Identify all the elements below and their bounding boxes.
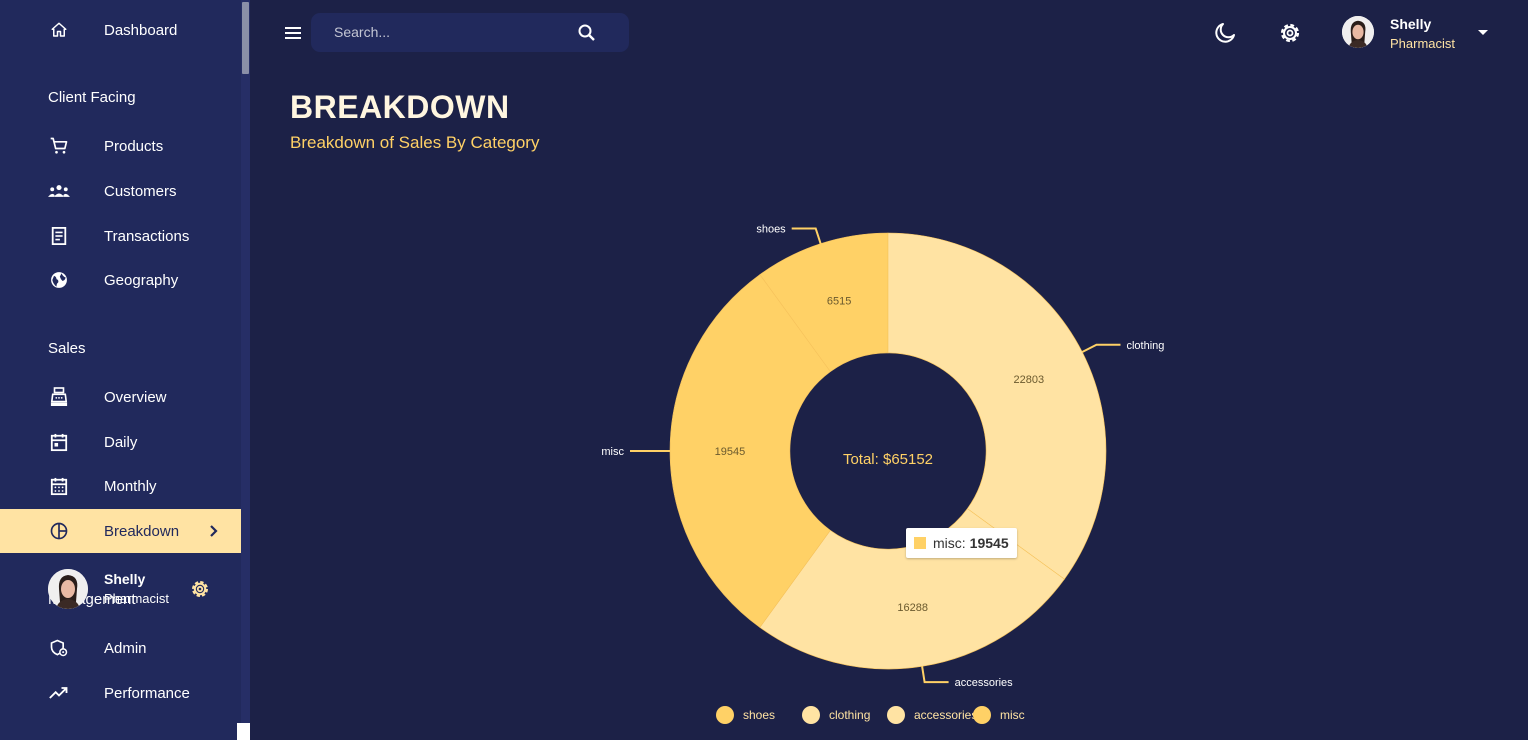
- sidebar-item-geography[interactable]: Geography: [0, 258, 241, 302]
- sidebar-item-breakdown[interactable]: Breakdown: [0, 509, 241, 553]
- legend-label: clothing: [829, 708, 871, 722]
- sidebar-item-monthly[interactable]: Monthly: [0, 464, 241, 508]
- sidebar-scrollbar-end: [237, 723, 250, 740]
- legend-swatch: [887, 706, 905, 724]
- trending-up-icon: [48, 682, 70, 704]
- sidebar-item-transactions[interactable]: Transactions: [0, 214, 241, 258]
- groups-icon: [48, 180, 70, 202]
- admin-shield-icon: [48, 637, 70, 659]
- sidebar-item-label: Overview: [104, 388, 167, 406]
- pie-chart-icon: [48, 520, 70, 542]
- legend-item-misc[interactable]: misc: [973, 704, 1025, 726]
- legend-item-accessories[interactable]: accessories: [887, 704, 977, 726]
- sidebar-item-label: Performance: [104, 684, 190, 702]
- search-icon[interactable]: [577, 23, 597, 43]
- sidebar-scrollbar[interactable]: [241, 0, 250, 740]
- chart-center-total: Total: $65152: [843, 451, 933, 468]
- avatar: [1342, 16, 1374, 48]
- search-placeholder: Search...: [334, 24, 391, 40]
- sidebar-item-admin[interactable]: Admin: [0, 626, 241, 670]
- slice-category-label: accessories: [955, 677, 1014, 689]
- breakdown-donut-chart[interactable]: 6515 shoes 22803 clothing 16288 accessories 19…: [540, 200, 1240, 740]
- sidebar-item-label: Products: [104, 137, 164, 155]
- globe-icon: [48, 269, 70, 291]
- sidebar-item-label: Customers: [104, 182, 177, 200]
- sidebar-item-label: Monthly: [104, 477, 157, 495]
- tooltip-value: 19545: [969, 535, 1009, 551]
- slice-category-label: shoes: [756, 223, 786, 235]
- sidebar-user-name: Shelly: [104, 571, 146, 587]
- settings-gear-icon[interactable]: [1277, 20, 1303, 46]
- shopping-cart-icon: [48, 135, 70, 157]
- chevron-right-icon: [204, 520, 224, 542]
- section-client-facing: Client Facing: [48, 89, 136, 106]
- dark-mode-moon-icon[interactable]: [1212, 20, 1238, 46]
- calendar-today-icon: [48, 431, 70, 453]
- sidebar-item-label: Breakdown: [104, 522, 180, 540]
- legend-swatch: [716, 706, 734, 724]
- sidebar-item-customers[interactable]: Customers: [0, 169, 241, 213]
- settings-gear-icon[interactable]: [188, 577, 212, 601]
- sidebar-user-profile[interactable]: Shelly Pharmacist: [48, 569, 238, 609]
- legend-label: accessories: [914, 708, 978, 722]
- page-subtitle: Breakdown of Sales By Category: [290, 133, 540, 152]
- tooltip-label: misc:: [933, 535, 966, 551]
- legend-label: misc: [1000, 708, 1025, 722]
- section-sales: Sales: [48, 340, 86, 357]
- home-icon: [48, 19, 70, 41]
- slice-value-label: 22803: [1014, 374, 1045, 386]
- legend-swatch: [802, 706, 820, 724]
- sidebar-item-daily[interactable]: Daily: [0, 420, 241, 464]
- sidebar-item-label: Daily: [104, 433, 138, 451]
- legend-label: shoes: [743, 708, 776, 722]
- arrow-drop-down-icon[interactable]: [1476, 26, 1490, 40]
- topbar-user-menu[interactable]: Shelly Pharmacist: [1342, 16, 1502, 56]
- avatar: [48, 569, 88, 609]
- sidebar-item-products[interactable]: Products: [0, 124, 241, 168]
- leader-line: [921, 666, 949, 684]
- slice-value-label: 16288: [897, 602, 928, 614]
- sidebar-item-label: Geography: [104, 271, 179, 289]
- sidebar: Dashboard Client Facing Products Custome…: [0, 0, 250, 740]
- sidebar-item-dashboard[interactable]: Dashboard: [0, 8, 241, 52]
- sidebar-item-performance[interactable]: Performance: [0, 671, 241, 715]
- slice-category-label: misc: [601, 446, 624, 458]
- legend-item-clothing[interactable]: clothing: [802, 704, 870, 726]
- topbar-user-name: Shelly: [1390, 16, 1432, 32]
- sidebar-item-label: Admin: [104, 639, 147, 657]
- receipt-icon: [48, 225, 70, 247]
- sidebar-scrollbar-thumb[interactable]: [242, 2, 249, 74]
- page-title: BREAKDOWN: [290, 89, 510, 125]
- leader-line: [791, 227, 822, 244]
- search-input[interactable]: Search...: [311, 13, 629, 52]
- slice-category-label: clothing: [1126, 340, 1164, 352]
- tooltip-swatch: [914, 537, 926, 549]
- point-of-sale-icon: [48, 386, 70, 408]
- menu-icon[interactable]: [282, 22, 304, 44]
- slice-value-label: 19545: [715, 446, 746, 458]
- topbar-user-role: Pharmacist: [1390, 36, 1456, 51]
- leader-line: [1081, 343, 1121, 353]
- legend-item-shoes[interactable]: shoes: [716, 704, 775, 726]
- chart-tooltip: misc: 19545: [906, 528, 1017, 558]
- chart-legend: shoes clothing accessories misc: [716, 704, 1046, 726]
- legend-swatch: [973, 706, 991, 724]
- sidebar-item-label: Transactions: [104, 227, 190, 245]
- sidebar-item-overview[interactable]: Overview: [0, 375, 241, 419]
- sidebar-user-role: Pharmacist: [104, 591, 170, 606]
- calendar-month-icon: [48, 475, 70, 497]
- sidebar-item-label: Dashboard: [104, 21, 178, 39]
- slice-value-label: 6515: [827, 296, 851, 308]
